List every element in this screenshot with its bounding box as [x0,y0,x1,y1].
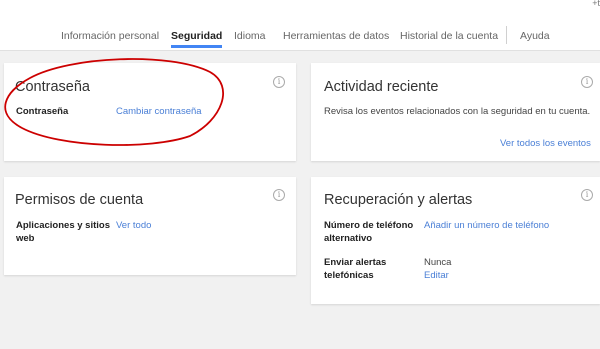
view-all-link[interactable]: Ver todo [116,219,151,232]
recent-activity-card: Actividad reciente i Revisa los eventos … [311,63,600,161]
phone-label-line2: alternativo [324,233,373,244]
view-all-events-link[interactable]: Ver todos los eventos [500,137,591,150]
account-permissions-card: Permisos de cuenta i Aplicaciones y siti… [4,177,296,275]
tab-account-history[interactable]: Historial de la cuenta [400,30,498,42]
card-title: Contraseña [15,79,90,95]
recent-activity-description: Revisa los eventos relacionados con la s… [324,106,591,117]
info-icon[interactable]: i [581,189,593,201]
security-nav: Información personal Seguridad Idioma He… [0,0,600,50]
change-password-link[interactable]: Cambiar contraseña [116,105,202,118]
recovery-alerts-card: Recuperación y alertas i Número de teléf… [311,177,600,304]
tab-personal-info[interactable]: Información personal [61,30,159,42]
top-bar: +t Información personal Seguridad Idioma… [0,0,600,51]
tab-data-tools[interactable]: Herramientas de datos [283,30,389,42]
apps-sites-label-line2: web [16,233,35,244]
alerts-label-line1: Enviar alertas [324,257,387,268]
card-title: Permisos de cuenta [15,192,144,208]
card-title: Recuperación y alertas [324,192,473,208]
info-icon[interactable]: i [273,189,285,201]
edit-alerts-link[interactable]: Editar [424,269,449,282]
password-card: Contraseña i Contraseña Cambiar contrase… [4,63,296,161]
phone-label-line1: Número de teléfono [324,220,414,231]
password-label: Contraseña [16,106,69,117]
nav-divider [506,26,507,44]
tab-help[interactable]: Ayuda [520,30,550,42]
add-phone-link[interactable]: Añadir un número de teléfono [424,219,549,232]
alerts-label-line2: telefónicas [324,270,374,281]
card-title: Actividad reciente [324,79,439,95]
apps-sites-label-line1: Aplicaciones y sitios [16,220,110,231]
tab-security[interactable]: Seguridad [171,30,223,48]
info-icon[interactable]: i [581,76,593,88]
tab-language[interactable]: Idioma [234,30,266,42]
info-icon[interactable]: i [273,76,285,88]
alerts-value: Nunca [424,257,452,268]
